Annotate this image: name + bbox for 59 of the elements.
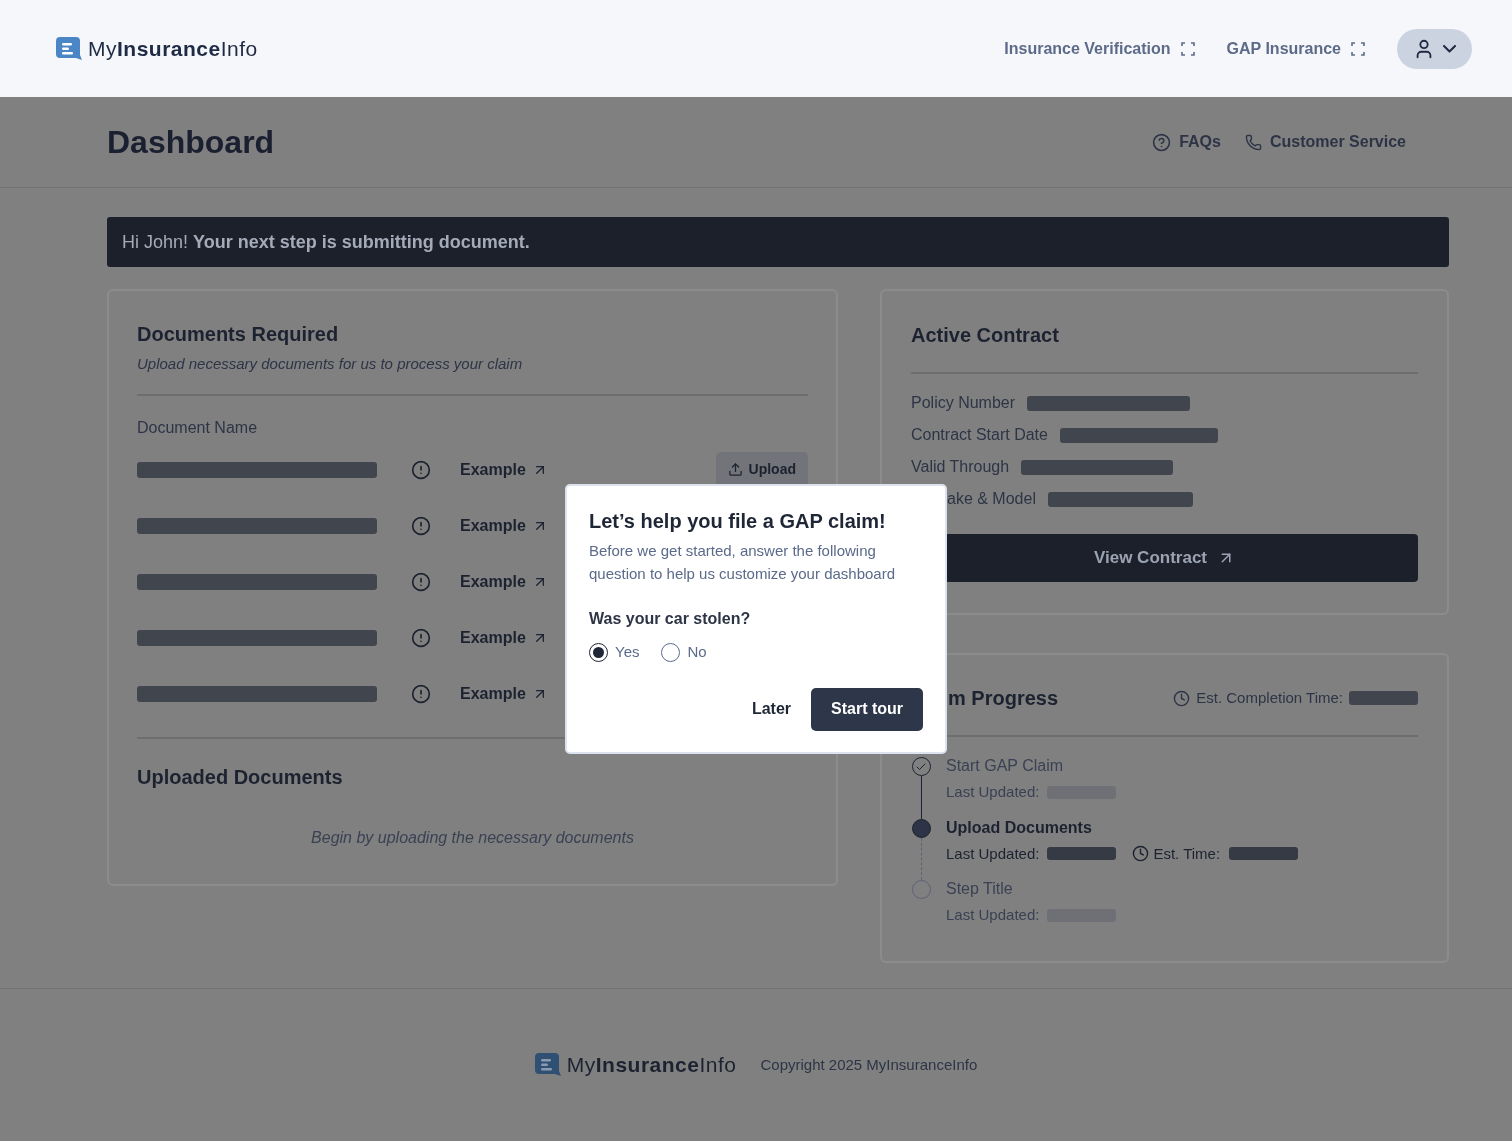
dialog-title: Let’s help you file a GAP claim!: [589, 509, 887, 534]
card-title: Uploaded Documents: [137, 764, 344, 790]
page-title: Dashboard: [107, 123, 275, 162]
field-label: Contract Start Date: [911, 425, 1048, 445]
completion-label: Est. Completion Time:: [1196, 687, 1343, 708]
phone-icon: [1244, 133, 1262, 151]
logo-text: MyInsuranceInfo: [566, 1052, 737, 1079]
empty-message: Begin by uploading the necessary documents: [310, 827, 635, 848]
question-label: Was your car stolen?: [589, 609, 752, 629]
example-link[interactable]: Example: [460, 513, 548, 538]
alert-icon: [411, 683, 431, 704]
banner-text: Hi John! Your next step is submitting document.: [122, 230, 530, 254]
redacted-bar: [1349, 691, 1418, 705]
logo-text: MyInsuranceInfo: [88, 35, 258, 62]
alert-icon: [411, 515, 431, 536]
expand-icon: [1180, 41, 1195, 56]
field-label: ake & Model: [947, 489, 1036, 509]
redacted-bar: [1229, 847, 1299, 861]
expand-icon: [1351, 41, 1365, 56]
start-tour-button[interactable]: Start tour: [811, 687, 923, 731]
radio-option[interactable]: No: [661, 641, 707, 664]
faq-link[interactable]: FAQs: [1152, 130, 1221, 154]
alert-icon: [411, 571, 431, 592]
chevron-down-icon: [1443, 44, 1456, 53]
logo-icon: [56, 36, 82, 61]
est-time-label: Est. Time:: [1153, 843, 1221, 864]
card-title: m Progress: [947, 686, 1059, 711]
support-link[interactable]: Customer Service: [1244, 130, 1406, 154]
clock-icon: [1173, 689, 1191, 707]
field-label: Policy Number: [911, 393, 1016, 413]
last-updated-label: Last Updated:: [946, 905, 1040, 925]
step-title: Start GAP Claim: [946, 756, 1065, 776]
example-link[interactable]: Example: [460, 625, 548, 650]
column-header: Document Name: [137, 417, 259, 438]
redacted-bar: [1047, 847, 1117, 861]
example-link[interactable]: Example: [460, 569, 548, 594]
example-link[interactable]: Example: [460, 681, 548, 706]
nav-link[interactable]: GAP Insurance: [1226, 36, 1365, 61]
alert-icon: [411, 459, 431, 480]
card-subtitle: Upload necessary documents for us to process your claim: [137, 354, 524, 374]
last-updated-label: Last Updated:: [946, 843, 1040, 864]
step-title: Upload Documents: [946, 817, 1093, 838]
logo-icon: [534, 1053, 561, 1077]
later-button[interactable]: Later: [751, 687, 791, 731]
upload-icon: [727, 462, 743, 477]
help-icon: [1152, 132, 1172, 152]
nav-link[interactable]: Insurance Verification: [1004, 36, 1195, 61]
last-updated-label: Last Updated:: [946, 782, 1040, 802]
step-title: Step Title: [946, 879, 1014, 899]
card-title: Active Contract: [911, 323, 1060, 348]
dialog-text: Before we get started, answer the following question to help us customize your dashboard: [589, 541, 897, 584]
example-link[interactable]: Example: [460, 457, 548, 482]
account-menu-button[interactable]: [1397, 28, 1472, 69]
radio-option[interactable]: Yes: [589, 641, 640, 664]
field-label: Valid Through: [911, 457, 1010, 477]
card-title: Documents Required: [137, 322, 340, 347]
clock-icon: [1132, 845, 1150, 863]
alert-icon: [411, 627, 431, 648]
copyright-text: Copyright 2025 MyInsuranceInfo: [760, 1054, 978, 1075]
